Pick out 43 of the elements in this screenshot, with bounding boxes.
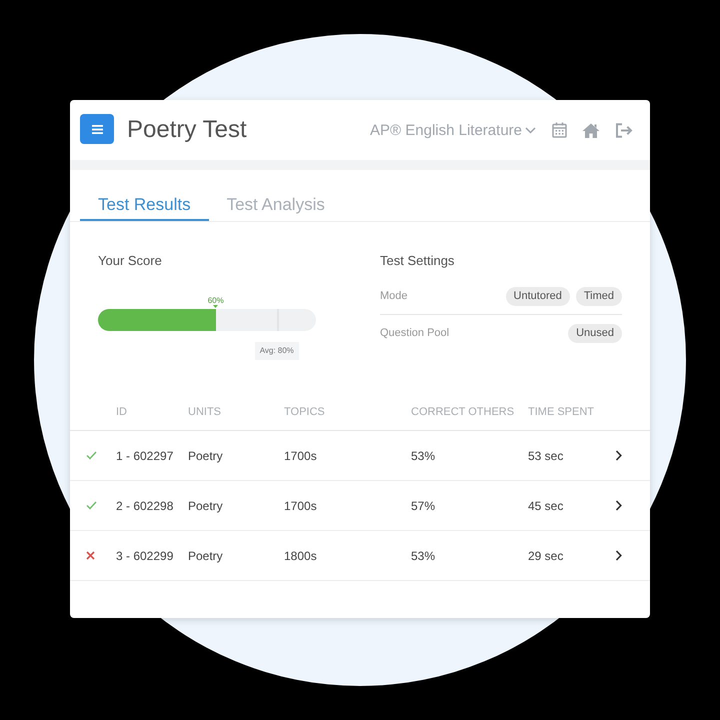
table-cell-text: 1700s [284, 498, 318, 512]
sign-out-icon[interactable] [615, 122, 633, 138]
score-heading: Your Score [98, 253, 163, 269]
column-header: TOPICS [284, 406, 326, 418]
table-cell-text: 1 - 602297 [116, 448, 174, 462]
table-cell-text: 53% [411, 448, 436, 462]
column-header: TIME SPENT [528, 406, 596, 418]
calendar-icon[interactable] [552, 122, 567, 138]
table-cell-text: 29 sec [528, 548, 564, 562]
settings-heading: Test Settings [380, 253, 456, 269]
table-cell-text: Poetry [188, 498, 224, 512]
page-title: Poetry Test [127, 116, 248, 144]
setting-label: Mode [380, 290, 408, 302]
chevron-right-icon[interactable] [615, 550, 622, 561]
pointer-icon [213, 305, 218, 308]
score-label: 60% [208, 296, 224, 305]
chevron-right-icon[interactable] [615, 450, 622, 461]
setting-tag: Timed [576, 286, 622, 306]
setting-tag: Untutored [506, 286, 570, 306]
table-cell-text: 53% [411, 548, 436, 562]
average-label: Avg: 80% [254, 342, 299, 360]
table-cell-text: Poetry [188, 448, 224, 462]
tab[interactable]: Test Analysis [208, 195, 343, 221]
course-dropdown[interactable]: AP® English Literature [370, 122, 536, 138]
table-cell-text: 1800s [284, 548, 318, 562]
menu-icon [92, 124, 102, 134]
column-header: CORRECT OTHERS [411, 406, 516, 418]
menu-button[interactable] [80, 114, 114, 144]
tab[interactable]: Test Results [80, 195, 209, 221]
table-cell-text: 45 sec [528, 498, 564, 512]
setting-tag: Unused [568, 324, 622, 342]
table-cell-text: 3 - 602299 [116, 548, 174, 562]
setting-label: Question Pool [380, 327, 450, 339]
table-cell-text: 2 - 602298 [116, 498, 174, 512]
table-cell-text: 53 sec [528, 448, 564, 462]
table-cell-text: 57% [411, 498, 436, 512]
chevron-right-icon[interactable] [615, 500, 622, 511]
table-cell-text: 1700s [284, 448, 318, 462]
caret-icon [525, 126, 536, 134]
column-header: ID [116, 406, 128, 418]
column-header: UNITS [188, 406, 222, 418]
table-cell-text: Poetry [188, 548, 224, 562]
home-icon[interactable] [582, 122, 600, 138]
